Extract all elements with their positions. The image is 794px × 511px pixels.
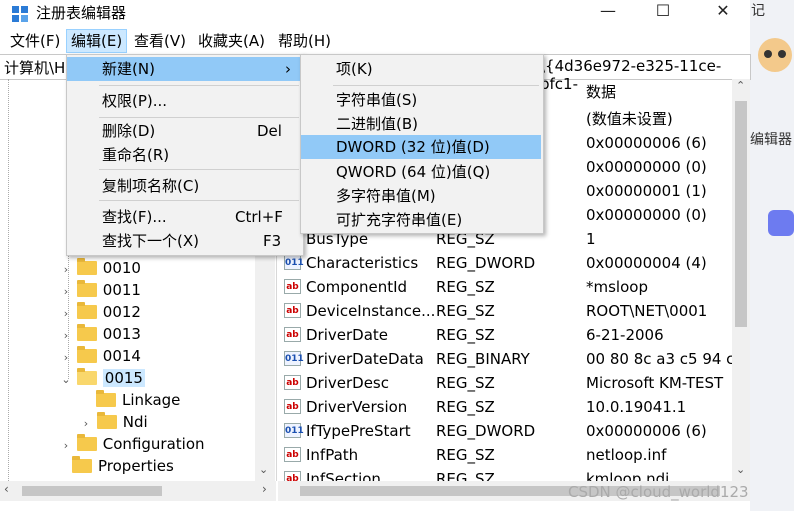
background-app-strip: 记 编辑器 <box>750 0 794 511</box>
tree-item[interactable]: › Configuration <box>60 433 205 455</box>
chevron-right-icon[interactable]: › <box>60 325 72 347</box>
minimize-button[interactable]: — <box>585 0 631 22</box>
scroll-left-icon[interactable]: ‹ <box>4 482 9 496</box>
value-data: 0x00000001 (1) <box>586 182 707 200</box>
edge-fragment: 记 <box>751 3 765 19</box>
close-button[interactable]: ✕ <box>700 0 746 22</box>
menu-view[interactable]: 查看(V) <box>130 30 190 52</box>
string-value-icon: ab <box>284 375 301 390</box>
value-data: 0x00000000 (0) <box>586 206 707 224</box>
menu-item-new[interactable]: 新建(N) › <box>67 57 303 81</box>
submenu-item-binary[interactable]: 二进制值(B) <box>301 112 543 136</box>
menu-favorites[interactable]: 收藏夹(A) <box>194 30 269 52</box>
table-row[interactable]: ab DeviceInstance... REG_SZ ROOT\NET\0001 <box>278 299 732 323</box>
folder-icon <box>96 412 117 429</box>
menu-item-find[interactable]: 查找(F)... Ctrl+F <box>67 205 303 229</box>
table-row[interactable]: ab InfPath REG_SZ netloop.inf <box>278 443 732 467</box>
menu-item-delete[interactable]: 删除(D) Del <box>67 119 303 143</box>
title-bar: 注册表编辑器 — ☐ ✕ <box>0 0 794 30</box>
new-submenu: 项(K) 字符串值(S) 二进制值(B) DWORD (32 位)值(D) QW… <box>300 54 544 234</box>
submenu-item-key[interactable]: 项(K) <box>301 57 543 81</box>
chevron-right-icon[interactable]: › <box>60 303 72 325</box>
submenu-item-string[interactable]: 字符串值(S) <box>301 88 543 112</box>
menu-bar: 文件(F) 编辑(E) 查看(V) 收藏夹(A) 帮助(H) <box>0 29 794 54</box>
string-value-icon: ab <box>284 279 301 294</box>
value-data: 0x00000000 (0) <box>586 158 707 176</box>
value-data: (数值未设置) <box>586 110 673 128</box>
string-value-icon: ab <box>284 471 301 481</box>
tree-item-selected[interactable]: ⌄ 0015 <box>60 367 145 389</box>
column-header-data[interactable]: 数据 <box>586 79 616 105</box>
editor-label: 编辑器 <box>750 132 792 148</box>
edit-menu: 新建(N) › 权限(P)... 删除(D) Del 重命名(R) 复制项名称(C)… <box>66 54 304 256</box>
menu-item-rename[interactable]: 重命名(R) <box>67 143 303 167</box>
menu-item-find-next[interactable]: 查找下一个(X) F3 <box>67 229 303 253</box>
address-path-start: 计算机\H <box>4 59 66 77</box>
tree-hscrollbar[interactable]: ‹ › <box>0 481 276 501</box>
table-row[interactable]: 011 Characteristics REG_DWORD 0x00000004 (4… <box>278 251 732 275</box>
binary-value-icon: 011 <box>284 351 304 366</box>
tree-item[interactable]: Properties <box>72 455 174 477</box>
menu-file[interactable]: 文件(F) <box>6 30 64 52</box>
submenu-item-expandable-string[interactable]: 可扩充字符串值(E) <box>301 208 543 232</box>
table-row[interactable]: ab InfSection REG_SZ kmloop.ndi <box>278 467 732 481</box>
string-value-icon: ab <box>284 447 301 462</box>
scroll-right-icon[interactable]: › <box>262 482 267 496</box>
chevron-right-icon[interactable]: › <box>60 281 72 303</box>
menu-help[interactable]: 帮助(H) <box>274 30 335 52</box>
menu-edit[interactable]: 编辑(E) <box>66 29 128 53</box>
list-scrollbar[interactable]: ⌃ ⌄ <box>732 79 750 481</box>
window-title: 注册表编辑器 <box>36 4 127 22</box>
binary-value-icon: 011 <box>284 255 304 270</box>
submenu-item-multi-string[interactable]: 多字符串值(M) <box>301 184 543 208</box>
folder-icon <box>76 280 97 297</box>
string-value-icon: ab <box>284 327 301 342</box>
menu-item-permissions[interactable]: 权限(P)... <box>67 89 303 113</box>
chevron-right-icon[interactable]: › <box>80 413 92 435</box>
robot-icon[interactable] <box>768 210 794 236</box>
string-value-icon: ab <box>284 399 301 414</box>
menu-item-copy-key-name[interactable]: 复制项名称(C) <box>67 174 303 198</box>
list-scroll-thumb[interactable] <box>735 101 747 327</box>
submenu-item-dword[interactable]: DWORD (32 位)值(D) <box>301 135 541 159</box>
table-row[interactable]: ab DriverDate REG_SZ 6-21-2006 <box>278 323 732 347</box>
tree-item[interactable]: › 0012 <box>60 301 141 323</box>
chevron-right-icon[interactable]: › <box>60 435 72 457</box>
registry-app-icon <box>12 6 29 23</box>
submenu-item-qword[interactable]: QWORD (64 位)值(Q) <box>301 160 543 184</box>
binary-value-icon: 011 <box>284 423 304 438</box>
folder-icon <box>76 324 97 341</box>
chevron-right-icon[interactable]: › <box>60 347 72 369</box>
chevron-right-icon: › <box>285 60 291 78</box>
folder-icon <box>76 258 97 275</box>
tree-item[interactable]: › Ndi <box>80 411 148 433</box>
table-row[interactable]: ab DriverDesc REG_SZ Microsoft KM-TEST <box>278 371 732 395</box>
scroll-down-icon[interactable]: ⌄ <box>259 463 268 476</box>
tree-item[interactable]: › 0014 <box>60 345 141 367</box>
folder-icon <box>96 390 116 407</box>
scroll-down-icon[interactable]: ⌄ <box>736 463 745 476</box>
table-row[interactable]: ab ComponentId REG_SZ *msloop <box>278 275 732 299</box>
scroll-up-icon[interactable]: ⌃ <box>736 79 745 92</box>
table-row[interactable]: 011 IfTypePreStart REG_DWORD 0x00000006 (6) <box>278 419 732 443</box>
maximize-button[interactable]: ☐ <box>640 0 686 22</box>
value-data: 0x00000006 (6) <box>586 134 707 152</box>
table-row[interactable]: 011 DriverDateData REG_BINARY 00 80 8c a3 c… <box>278 347 732 371</box>
tree-item[interactable]: › 0010 <box>60 257 141 279</box>
folder-icon <box>76 302 97 319</box>
tree-item[interactable]: › 0013 <box>60 323 141 345</box>
tree-hscroll-thumb[interactable] <box>22 486 162 496</box>
watermark: CSDN @cloud_world123 <box>568 483 749 501</box>
folder-open-icon <box>76 368 97 385</box>
chevron-down-icon[interactable]: ⌄ <box>60 369 72 391</box>
folder-icon <box>76 434 97 451</box>
folder-icon <box>72 456 92 473</box>
chevron-right-icon[interactable]: › <box>60 259 72 281</box>
folder-icon <box>76 346 97 363</box>
tree-item[interactable]: › 0011 <box>60 279 141 301</box>
tree-item[interactable]: Linkage <box>96 389 180 411</box>
string-value-icon: ab <box>284 303 301 318</box>
table-row[interactable]: ab DriverVersion REG_SZ 10.0.19041.1 <box>278 395 732 419</box>
